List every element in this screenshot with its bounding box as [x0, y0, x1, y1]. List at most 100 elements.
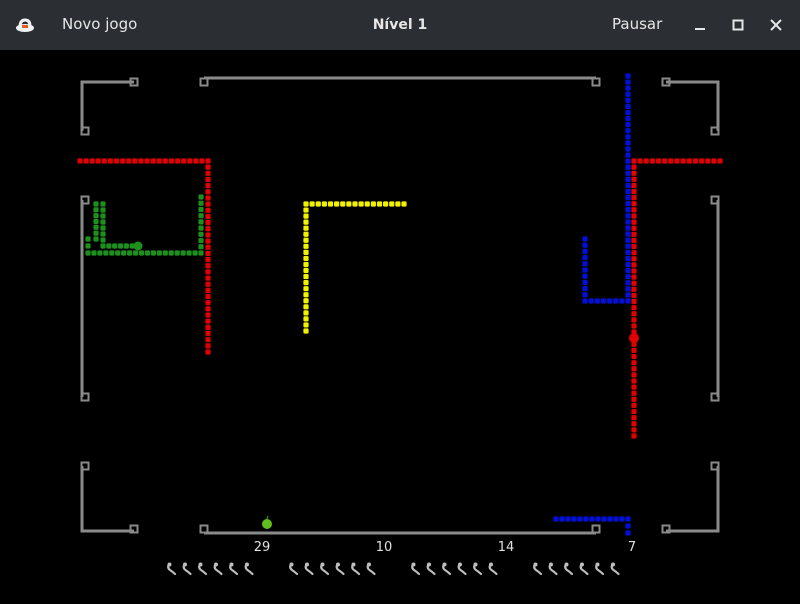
snake-segment [93, 224, 99, 230]
snake-segment [303, 243, 309, 249]
life-worm-icon [289, 562, 299, 576]
snake-segment [625, 146, 631, 152]
snake-segment [631, 317, 637, 323]
snake-segment [600, 298, 607, 304]
snake-segment [303, 249, 309, 255]
snake-segment [205, 281, 211, 287]
snake-segment [93, 218, 99, 225]
snake-segment [717, 158, 723, 164]
snake-segment [187, 158, 193, 164]
snake-segment [199, 158, 205, 164]
snake-segment [625, 243, 631, 249]
yellow-player-score: 14 [497, 540, 515, 555]
snake-segment [631, 182, 637, 189]
snake-segment [144, 158, 150, 164]
snake-segment [205, 250, 211, 257]
game-board[interactable]: 29 10 14 7 [0, 50, 800, 600]
red-snake-head [629, 333, 639, 343]
snake-segment [625, 298, 631, 304]
snake-segment [205, 269, 211, 275]
life-worm-icon [533, 562, 543, 576]
snake-segment [100, 207, 106, 213]
snake-segment [162, 158, 168, 164]
minimize-icon[interactable] [688, 13, 712, 37]
new-game-button[interactable]: Novo jogo [50, 9, 149, 39]
snake-segment [662, 158, 668, 164]
snake-segment [625, 292, 631, 298]
snake-segment [205, 195, 211, 201]
snake-segment [631, 225, 637, 231]
snake-segment [205, 300, 211, 306]
life-worm-icon [198, 562, 208, 576]
snake-segment [631, 292, 637, 299]
snake-segment [631, 298, 637, 305]
snake-segment [698, 158, 705, 164]
snake-segment [334, 201, 340, 207]
snake-segment [594, 298, 600, 304]
snake-segment [582, 248, 588, 254]
snake-segment [156, 250, 162, 256]
snake-segment [303, 225, 309, 231]
snake-segment [156, 158, 162, 164]
snake-segment [625, 115, 631, 122]
snake-segment [186, 250, 192, 256]
snake-segment [168, 250, 174, 256]
life-worm-icon [229, 562, 239, 576]
snake-segment [103, 250, 109, 256]
snake-segment [631, 250, 637, 256]
close-icon[interactable] [764, 13, 788, 37]
snake-segment [631, 274, 637, 280]
snake-segment [705, 158, 711, 164]
snake-segment [89, 158, 95, 164]
yellow-player-lives [411, 562, 498, 576]
snake-segment [631, 280, 637, 286]
snake-segment [93, 201, 99, 207]
snake-segment [132, 158, 138, 164]
snake-segment [321, 201, 327, 207]
snake-segment [553, 516, 559, 522]
snake-segment [625, 103, 631, 110]
snake-segment [112, 243, 118, 249]
red-snake [77, 158, 211, 355]
snake-segment [205, 201, 211, 207]
pause-button[interactable]: Pausar [600, 9, 674, 39]
life-worm-icon [548, 562, 558, 576]
snake-segment [582, 261, 588, 267]
snake-segment [346, 201, 352, 207]
snake-segment [198, 219, 204, 225]
snake-segment [303, 255, 309, 262]
snake-segment [625, 530, 631, 536]
snake-segment [303, 213, 309, 219]
snake-segment [198, 237, 204, 244]
snake-segment [370, 201, 376, 207]
snake-segment [91, 250, 97, 256]
snake-segment [625, 164, 631, 170]
snake-segment [303, 292, 309, 298]
snake-segment [100, 201, 106, 207]
snake-segment [198, 225, 204, 231]
snake-segment [174, 158, 181, 164]
snake-segment [625, 274, 631, 280]
snake-segment [144, 250, 151, 256]
snake-segment [303, 261, 309, 268]
life-worm-icon [442, 562, 452, 576]
snake-segment [625, 152, 631, 158]
wall-post [591, 77, 601, 87]
snake-segment [631, 415, 637, 421]
snake-segment [93, 236, 99, 242]
snake-segment [619, 516, 625, 522]
snake-segment [205, 318, 211, 324]
snake-segment [631, 305, 637, 311]
snake-segment [303, 310, 309, 316]
snake-segment [637, 158, 643, 164]
snake-segment [205, 349, 211, 355]
snake-segment [631, 311, 637, 317]
snake-segment [582, 286, 588, 292]
snake-segment [606, 298, 613, 304]
snake-segment [674, 158, 680, 164]
snake-segment [303, 207, 309, 213]
snake-segment [85, 243, 91, 249]
yellow-snake [303, 201, 407, 334]
maximize-icon[interactable] [726, 13, 750, 37]
snake-segment [631, 402, 637, 409]
